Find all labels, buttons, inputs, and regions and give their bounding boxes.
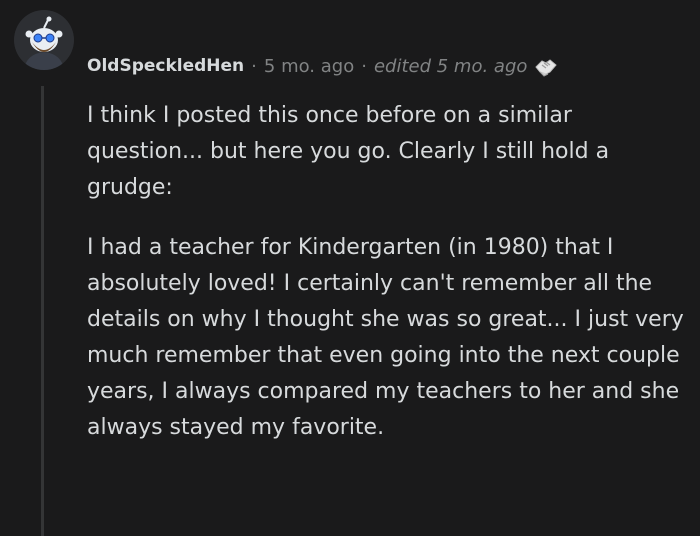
- meta-separator: ·: [361, 55, 367, 77]
- comment-body: I think I posted this once before on a s…: [87, 98, 687, 470]
- edited-label: edited 5 mo. ago: [373, 55, 528, 77]
- thread-line[interactable]: [41, 86, 44, 536]
- meta-separator: ·: [251, 55, 257, 77]
- comment-paragraph: I had a teacher for Kindergarten (in 198…: [87, 235, 684, 440]
- comment-meta: OldSpeckledHen · 5 mo. ago · edited 5 mo…: [87, 52, 559, 80]
- comment-timestamp[interactable]: 5 mo. ago: [264, 56, 354, 77]
- handshake-award-icon[interactable]: [533, 53, 559, 79]
- user-avatar-icon[interactable]: [14, 10, 74, 70]
- author-username[interactable]: OldSpeckledHen: [87, 56, 244, 76]
- comment-paragraph: I think I posted this once before on a s…: [87, 103, 610, 200]
